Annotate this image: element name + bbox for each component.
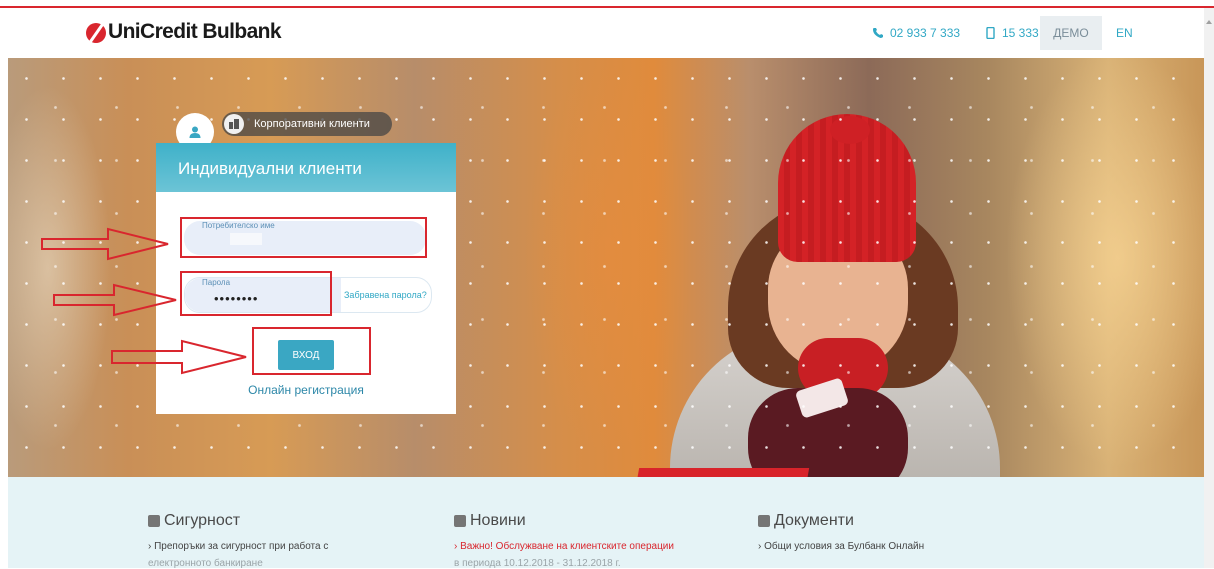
documents-link[interactable]: › Общи условия за Булбанк Онлайн (758, 541, 924, 552)
highlight-box-password (180, 271, 332, 316)
phone-number-2: 15 333 (1002, 26, 1039, 40)
highlight-box-login (252, 327, 371, 375)
document-icon (758, 515, 770, 527)
security-heading: Сигурност (164, 512, 241, 529)
login-panel-header: Индивидуални клиенти (156, 143, 456, 192)
news-heading: Новини (470, 512, 526, 529)
login-panel-title: Индивидуални клиенти (178, 159, 362, 178)
scrollbar[interactable] (1204, 8, 1214, 568)
unicredit-logo-icon[interactable] (86, 23, 106, 43)
online-registration-link[interactable]: Онлайн регистрация (156, 383, 456, 397)
logo-text[interactable]: UniCredit Bulbank (108, 20, 282, 44)
phone-number-1: 02 933 7 333 (890, 26, 961, 40)
scroll-up-arrow-icon[interactable] (1206, 20, 1212, 24)
security-link-cut[interactable]: електронното банкиране (148, 558, 328, 569)
lock-icon (148, 515, 160, 527)
arrow-annotation-login (111, 339, 247, 375)
forgot-password-link[interactable]: Забравена парола? (344, 290, 427, 300)
security-link[interactable]: › Препоръки за сигурност при работа с (148, 541, 328, 552)
phone-contact-1[interactable]: 02 933 7 333 (872, 16, 960, 50)
footer-documents-section: Документи › Общи условия за Булбанк Онла… (758, 512, 924, 552)
tab-corporate-clients[interactable]: Корпоративни клиенти (222, 112, 392, 136)
phone-contact-2[interactable]: 15 333 (984, 16, 1039, 50)
arrow-annotation-password (53, 283, 177, 317)
news-link[interactable]: › Важно! Обслужване на клиентските опера… (454, 541, 674, 552)
footer-news-section: Новини › Важно! Обслужване на клиентскит… (454, 512, 674, 569)
building-icon (224, 114, 244, 134)
header: UniCredit Bulbank 02 933 7 333 15 333 ДЕ… (0, 8, 1214, 58)
language-switch-en[interactable]: EN (1116, 16, 1133, 50)
highlight-box-username (180, 217, 427, 258)
mobile-phone-icon (986, 27, 995, 39)
newspaper-icon (454, 515, 466, 527)
footer-security-section: Сигурност › Препоръки за сигурност при р… (148, 512, 328, 569)
news-link-cut[interactable]: в периода 10.12.2018 - 31.12.2018 г. (454, 558, 674, 569)
corporate-tab-label: Корпоративни клиенти (254, 118, 370, 130)
user-icon (189, 126, 201, 138)
demo-button[interactable]: ДЕМО (1040, 16, 1102, 50)
phone-icon (873, 28, 883, 38)
footer: Сигурност › Препоръки за сигурност при р… (8, 477, 1204, 569)
documents-heading: Документи (774, 512, 854, 529)
arrow-annotation-username (41, 227, 169, 261)
